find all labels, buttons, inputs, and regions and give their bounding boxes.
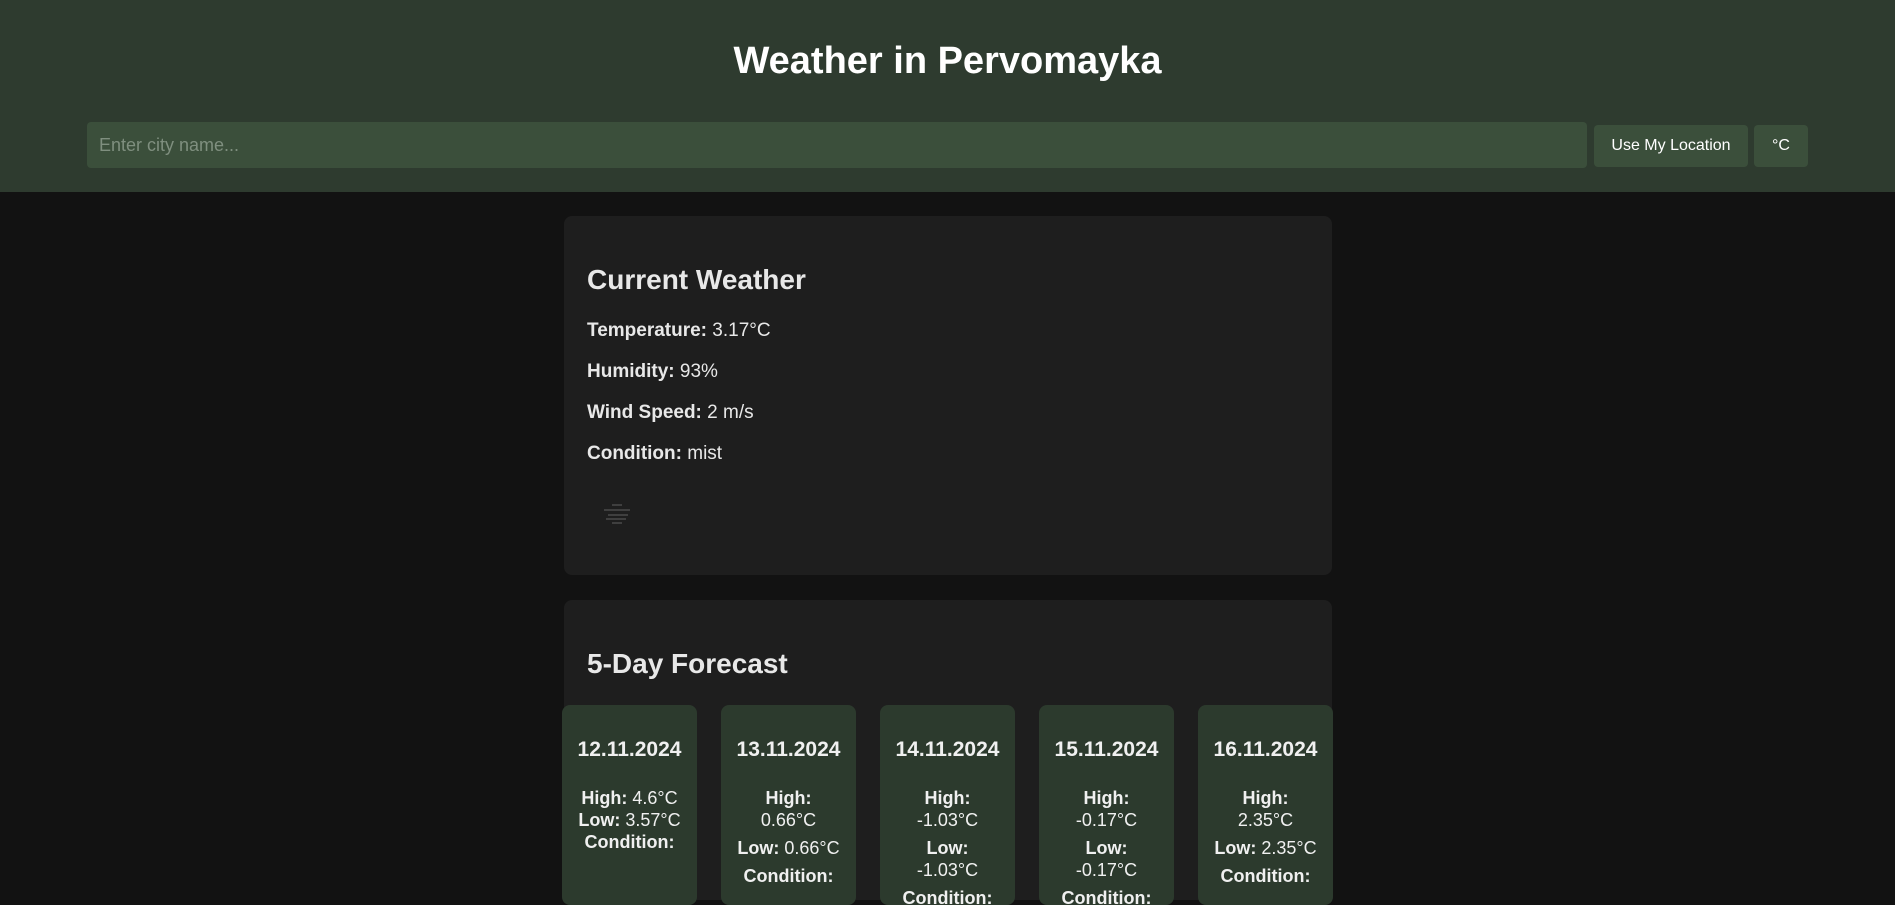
wind-speed-row: Wind Speed: 2 m/s <box>587 402 754 424</box>
current-weather-card: Current Weather Temperature: 3.17°C Humi… <box>564 216 1332 575</box>
high-label: High: <box>581 788 628 808</box>
condition-label: Condition: <box>1061 888 1152 905</box>
low-label: Low: <box>926 838 969 858</box>
forecast-day-card: 16.11.2024 High: 2.35°C Low: 2.35°C Condi… <box>1198 705 1333 905</box>
condition-label: Condition: <box>743 866 834 886</box>
forecast-details: High: -1.03°C Low: -1.03°C Condition: <box>886 787 1009 905</box>
high-label: High: <box>765 788 812 808</box>
high-value: 4.6°C <box>632 788 678 808</box>
condition-label: Condition: <box>587 443 682 464</box>
high-label: High: <box>1083 788 1130 808</box>
high-label: High: <box>924 788 971 808</box>
forecast-day-card: 13.11.2024 High: 0.66°C Low: 0.66°C Condi… <box>721 705 856 905</box>
temperature-label: Temperature: <box>587 320 708 341</box>
forecast-day-card: 15.11.2024 High: -0.17°C Low: -0.17°C Cond… <box>1039 705 1174 905</box>
high-value: 2.35°C <box>1237 810 1294 830</box>
forecast-details: High: -0.17°C Low: -0.17°C Condition: <box>1045 787 1168 905</box>
forecast-date: 15.11.2024 <box>1054 738 1159 761</box>
low-label: Low: <box>1085 838 1128 858</box>
app-header: Weather in Pervomayka Use My Location °C <box>0 0 1895 192</box>
condition-label: Condition: <box>584 832 675 852</box>
city-search-input[interactable] <box>87 122 1587 168</box>
high-value: -0.17°C <box>1075 810 1138 830</box>
forecast-day-card: 14.11.2024 High: -1.03°C Low: -1.03°C Cond… <box>880 705 1015 905</box>
use-my-location-button[interactable]: Use My Location <box>1594 125 1748 167</box>
forecast-day-card: 12.11.2024 High: 4.6°C Low: 3.57°C Condi… <box>562 705 697 905</box>
low-label: Low: <box>1214 838 1257 858</box>
mist-icon <box>604 504 630 524</box>
condition-label: Condition: <box>902 888 993 905</box>
low-label: Low: <box>737 838 780 858</box>
condition-label: Condition: <box>1220 866 1311 886</box>
condition-row: Condition: mist <box>587 443 722 465</box>
humidity-row: Humidity: 93% <box>587 361 718 383</box>
forecast-title: 5-Day Forecast <box>587 648 788 679</box>
humidity-label: Humidity: <box>587 361 675 382</box>
low-label: Low: <box>578 810 621 830</box>
forecast-details: High: 2.35°C Low: 2.35°C Condition: <box>1204 787 1327 893</box>
forecast-date: 16.11.2024 <box>1213 738 1318 761</box>
temperature-row: Temperature: 3.17°C <box>587 320 771 342</box>
humidity-value: 93% <box>679 361 718 382</box>
current-weather-title: Current Weather <box>587 264 806 295</box>
forecast-details: High: 4.6°C Low: 3.57°C Condition: <box>568 787 691 859</box>
unit-toggle-button[interactable]: °C <box>1754 125 1808 167</box>
low-value: 3.57°C <box>625 810 681 830</box>
high-label: High: <box>1242 788 1289 808</box>
low-value: 2.35°C <box>1261 838 1317 858</box>
temperature-value: 3.17°C <box>712 320 771 341</box>
low-value: -0.17°C <box>1075 860 1138 880</box>
wind-speed-value: 2 m/s <box>707 402 754 423</box>
condition-value: mist <box>687 443 723 464</box>
low-value: -1.03°C <box>916 860 979 880</box>
forecast-date: 13.11.2024 <box>736 738 841 761</box>
high-value: -1.03°C <box>916 810 979 830</box>
page-title: Weather in Pervomayka <box>733 40 1162 82</box>
high-value: 0.66°C <box>760 810 817 830</box>
wind-speed-label: Wind Speed: <box>587 402 702 423</box>
low-value: 0.66°C <box>784 838 840 858</box>
forecast-date: 12.11.2024 <box>577 738 682 761</box>
forecast-date: 14.11.2024 <box>895 738 1000 761</box>
forecast-details: High: 0.66°C Low: 0.66°C Condition: <box>727 787 850 893</box>
